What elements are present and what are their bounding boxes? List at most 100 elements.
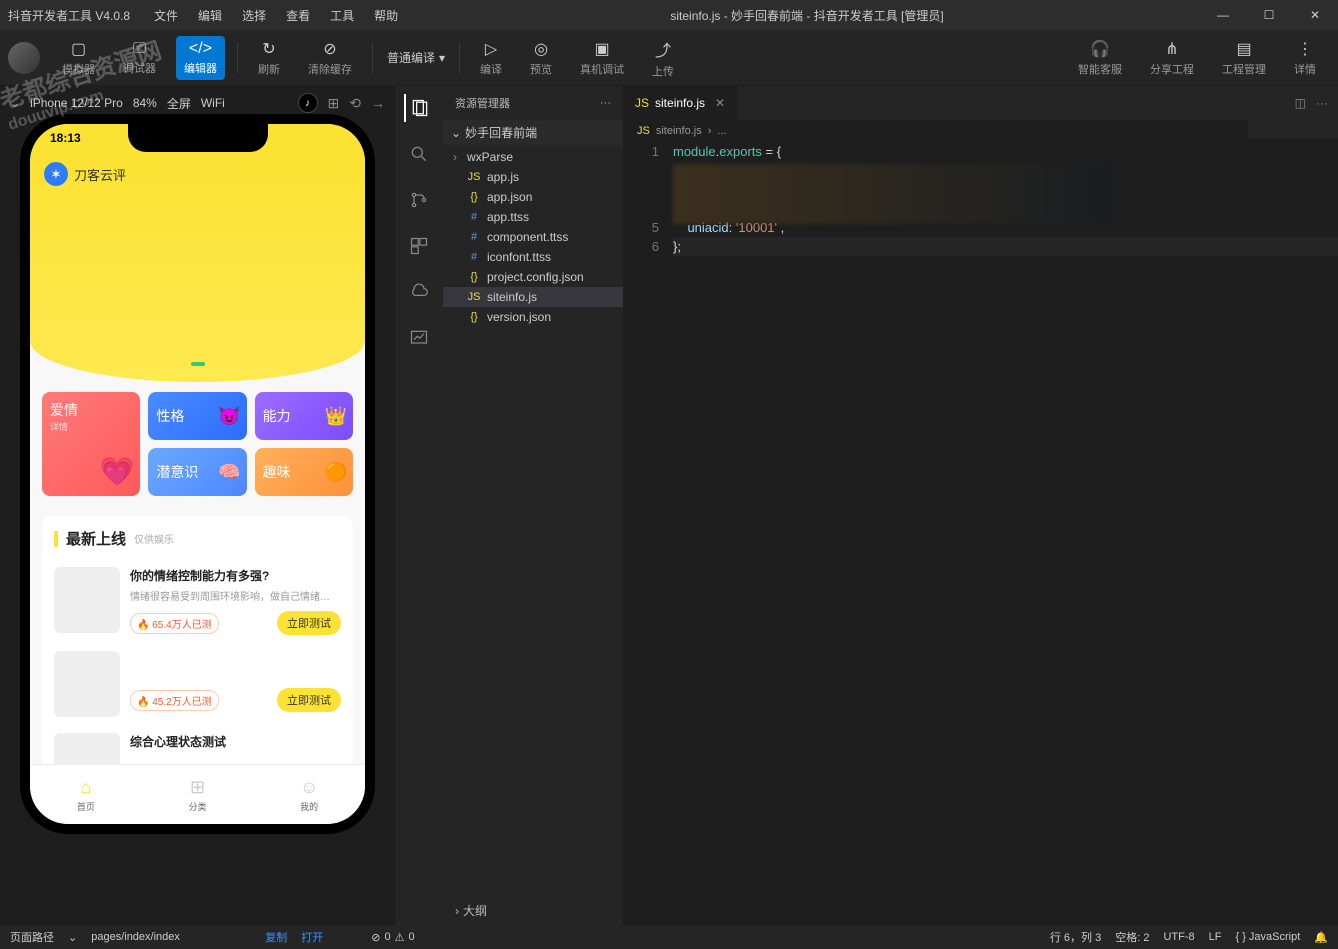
rotate-icon[interactable]: ⟲	[349, 95, 361, 112]
main-toolbar: ▢模拟器 ⎚调试器 </>编辑器 ↻刷新 ⊘清除缓存 普通编译▾ ▷编译 ◎预览…	[0, 30, 1338, 86]
file-item[interactable]: JSsiteinfo.js	[443, 287, 623, 307]
cloud-tab[interactable]	[405, 278, 433, 306]
phone-mockup: 18:13 ✶ 刀客云评 爱情详情💗 性格😈 能力👑 潜意识🧠 趣味🟠	[20, 114, 375, 834]
brand-logo-icon: ✶	[44, 162, 68, 186]
open-button[interactable]: 打开	[301, 929, 323, 945]
project-manage-button[interactable]: ▤工程管理	[1214, 35, 1274, 81]
tab-profile[interactable]: ☺我的	[253, 765, 365, 824]
device-select[interactable]: iPhone 12/12 Pro	[30, 96, 123, 110]
analytics-tab[interactable]	[405, 324, 433, 352]
compile-mode-dropdown[interactable]: 普通编译▾	[379, 45, 453, 70]
screen-mode[interactable]: 全屏	[167, 95, 191, 112]
editor-toggle[interactable]: </>编辑器	[176, 36, 225, 80]
tiktok-icon[interactable]: ♪	[298, 93, 318, 113]
split-editor-icon[interactable]: ◫	[1295, 96, 1306, 110]
debugger-toggle[interactable]: ⎚调试器	[115, 36, 164, 80]
indicator	[191, 362, 205, 366]
folder-wxparse[interactable]: wxParse	[443, 147, 623, 167]
language-mode[interactable]: { } JavaScript	[1235, 931, 1300, 943]
cursor-position[interactable]: 行 6，列 3	[1050, 929, 1101, 945]
minimize-button[interactable]: —	[1208, 0, 1238, 30]
file-item[interactable]: {}version.json	[443, 307, 623, 327]
more-icon: ⋮	[1297, 39, 1313, 59]
phone-screen[interactable]: 18:13 ✶ 刀客云评 爱情详情💗 性格😈 能力👑 潜意识🧠 趣味🟠	[30, 124, 365, 824]
card-personality[interactable]: 性格😈	[148, 392, 246, 440]
simulator-panel: ⌄ iPhone 12/12 Pro 84% 全屏 WiFi ♪ ⊞ ⟲ → 1…	[0, 86, 395, 925]
bell-icon[interactable]: 🔔	[1314, 931, 1328, 944]
json-file-icon: {}	[467, 191, 481, 203]
test-now-button[interactable]: 立即测试	[277, 611, 341, 635]
compile-button[interactable]: ▷编译	[472, 35, 510, 81]
expand-icon[interactable]: →	[371, 95, 385, 111]
test-now-button[interactable]: 立即测试	[277, 688, 341, 712]
extensions-tab[interactable]	[405, 232, 433, 260]
menu-edit[interactable]: 编辑	[190, 3, 230, 28]
maximize-button[interactable]: ☐	[1254, 0, 1284, 30]
more-actions-icon[interactable]: ···	[1316, 96, 1328, 110]
grid-icon[interactable]: ⊞	[328, 95, 340, 112]
close-button[interactable]: ✕	[1300, 0, 1330, 30]
minimap[interactable]	[1248, 120, 1338, 180]
tab-home[interactable]: ⌂首页	[30, 765, 142, 824]
code-editor: JS siteinfo.js ✕ ◫ ··· JS siteinfo.js › …	[623, 86, 1338, 925]
phone-notch	[128, 124, 268, 152]
menu-tools[interactable]: 工具	[322, 3, 362, 28]
card-ability[interactable]: 能力👑	[255, 392, 353, 440]
hero-banner: ✶ 刀客云评	[30, 152, 365, 382]
file-item[interactable]: {}project.config.json	[443, 267, 623, 287]
upload-button[interactable]: ⤴上传	[644, 33, 682, 83]
list-item[interactable]: 🔥 45.2万人已测 立即测试	[54, 643, 341, 725]
crown-icon: 👑	[325, 406, 347, 427]
brand-name: 刀客云评	[74, 165, 126, 184]
indent-setting[interactable]: 空格: 2	[1115, 929, 1149, 945]
file-item[interactable]: #component.ttss	[443, 227, 623, 247]
menu-view[interactable]: 查看	[278, 3, 318, 28]
file-item[interactable]: #app.ttss	[443, 207, 623, 227]
zoom-level[interactable]: 84%	[133, 96, 157, 110]
thumbnail	[54, 567, 120, 633]
menu-help[interactable]: 帮助	[366, 3, 406, 28]
chevron-down-icon[interactable]: ⌄	[68, 931, 77, 944]
support-button[interactable]: 🎧智能客服	[1070, 35, 1130, 81]
user-avatar[interactable]	[8, 42, 40, 74]
copy-button[interactable]: 复制	[265, 929, 287, 945]
file-item[interactable]: #iconfont.ttss	[443, 247, 623, 267]
breadcrumb[interactable]: JS siteinfo.js › ...	[623, 120, 1338, 142]
code-area[interactable]: 1 5 6 module.exports = { uniacid: '10001…	[623, 142, 1338, 925]
card-love[interactable]: 爱情详情💗	[42, 392, 140, 496]
search-tab[interactable]	[405, 140, 433, 168]
network-select[interactable]: WiFi	[201, 96, 225, 110]
problems-indicator[interactable]: ⊘0 ⚠0	[371, 931, 414, 944]
refresh-button[interactable]: ↻刷新	[250, 35, 288, 81]
eol[interactable]: LF	[1209, 931, 1222, 943]
remote-debug-button[interactable]: ▣真机调试	[572, 35, 632, 81]
editor-tab[interactable]: JS siteinfo.js ✕	[623, 86, 738, 120]
menu-select[interactable]: 选择	[234, 3, 274, 28]
details-button[interactable]: ⋮详情	[1286, 35, 1324, 81]
clear-cache-button[interactable]: ⊘清除缓存	[300, 35, 360, 81]
share-project-button[interactable]: ⋔分享工程	[1142, 35, 1202, 81]
js-file-icon: JS	[635, 96, 649, 110]
encoding[interactable]: UTF-8	[1163, 931, 1194, 943]
simulator-toggle[interactable]: ▢模拟器	[54, 35, 103, 81]
outline-section[interactable]: ›大纲	[443, 896, 623, 925]
preview-button[interactable]: ◎预览	[522, 35, 560, 81]
file-item[interactable]: {}app.json	[443, 187, 623, 207]
close-tab-icon[interactable]: ✕	[715, 96, 725, 110]
headset-icon: 🎧	[1090, 39, 1110, 59]
card-subconscious[interactable]: 潜意识🧠	[148, 448, 246, 496]
explorer-tab[interactable]	[404, 94, 432, 122]
file-item[interactable]: JSapp.js	[443, 167, 623, 187]
chevron-down-icon[interactable]: ⌄	[10, 96, 20, 110]
list-item[interactable]: 你的情绪控制能力有多强? 情绪很容易受到周围环境影响，做自己情绪… 🔥 65.4…	[54, 559, 341, 643]
more-icon[interactable]: ···	[600, 97, 611, 109]
tab-category[interactable]: ⊞分类	[142, 765, 254, 824]
status-bar: 页面路径 ⌄ 复制 打开 ⊘0 ⚠0 行 6，列 3 空格: 2 UTF-8 L…	[0, 925, 1338, 949]
card-fun[interactable]: 趣味🟠	[255, 448, 353, 496]
page-path-input[interactable]	[91, 931, 251, 943]
source-control-tab[interactable]	[405, 186, 433, 214]
menu-file[interactable]: 文件	[146, 3, 186, 28]
ttss-file-icon: #	[467, 231, 481, 243]
project-root[interactable]: ⌄妙手回春前端	[443, 120, 623, 145]
json-file-icon: {}	[467, 311, 481, 323]
